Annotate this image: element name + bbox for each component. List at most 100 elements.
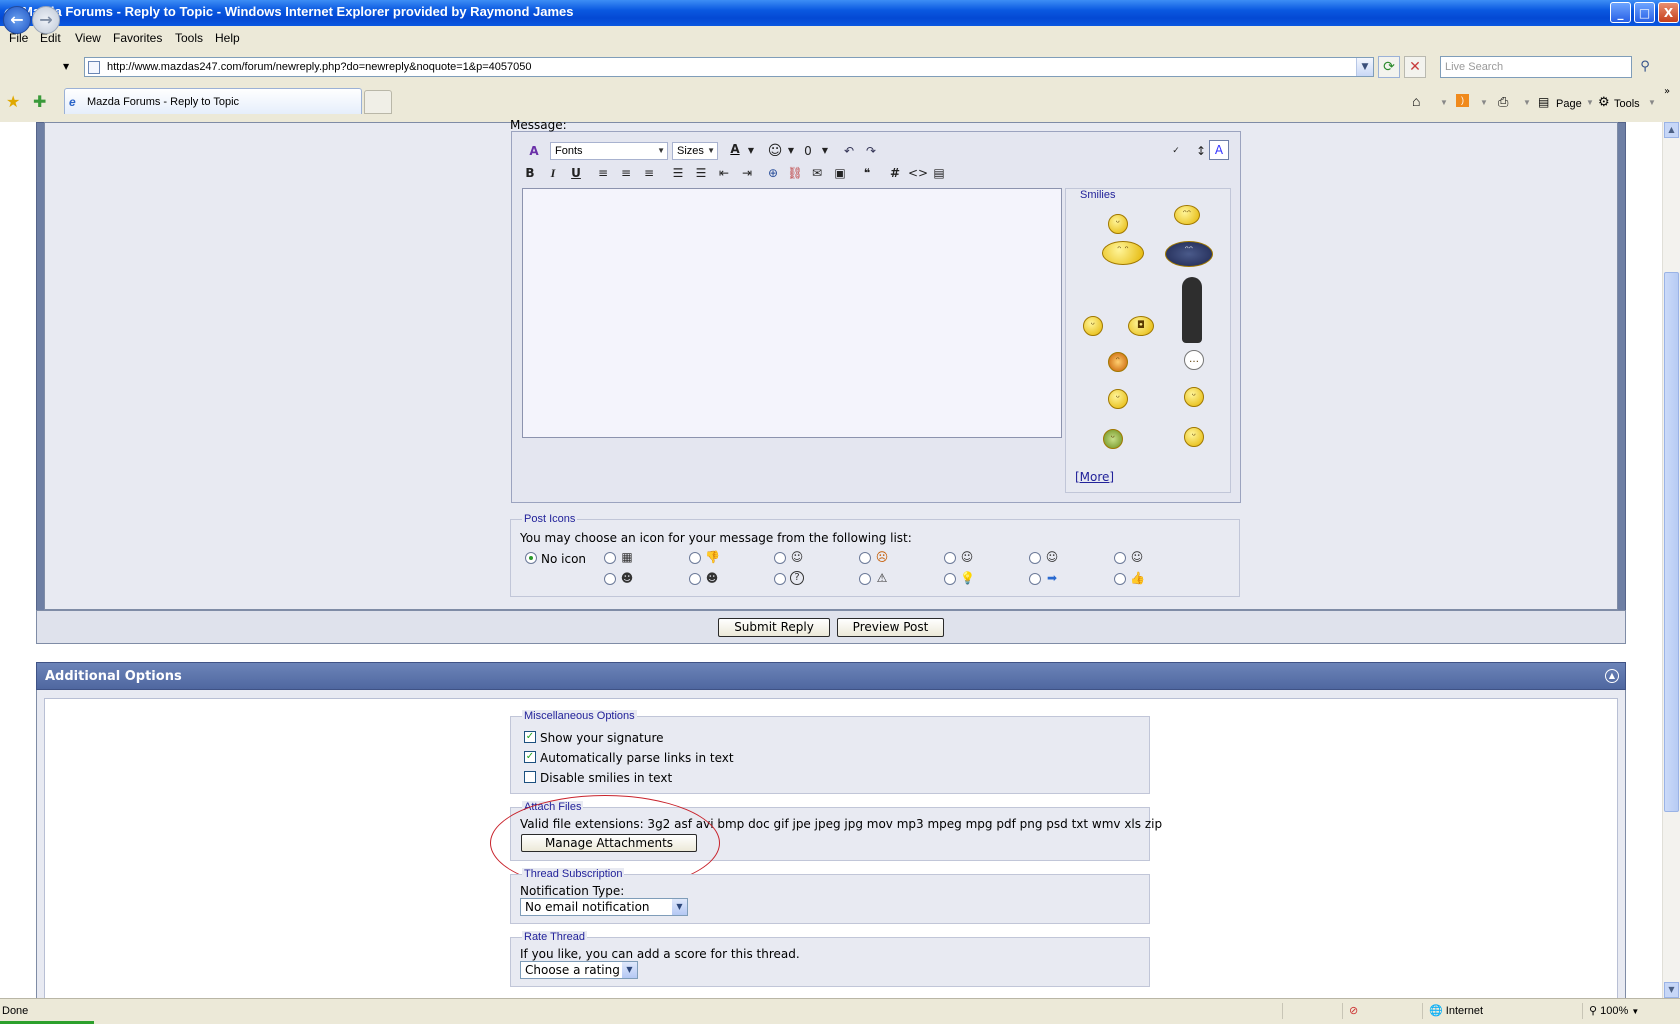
back-button[interactable]: ← xyxy=(3,6,31,34)
font-color-dropdown-icon[interactable]: ▼ xyxy=(742,142,760,160)
more-smilies-link[interactable]: [More] xyxy=(1075,470,1114,484)
remove-link-icon[interactable]: ⛓ xyxy=(786,164,804,182)
collapse-icon[interactable]: ▲ xyxy=(1605,669,1619,683)
chevron-more-icon[interactable]: » xyxy=(1664,86,1670,97)
radio-icon-2[interactable] xyxy=(689,552,701,564)
italic-icon[interactable]: I xyxy=(544,164,562,182)
address-dropdown-icon[interactable]: ▼ xyxy=(1356,58,1373,76)
minimize-button[interactable]: _ xyxy=(1610,2,1631,23)
smilie-camera-icon[interactable]: ◘ xyxy=(1128,316,1154,336)
radio-icon-11[interactable] xyxy=(859,573,871,585)
search-input[interactable]: Live Search xyxy=(1440,56,1632,78)
zoom-control[interactable]: ⚲ 100% ▼ xyxy=(1582,1003,1680,1019)
radio-icon-9[interactable] xyxy=(689,573,701,585)
size-select[interactable]: Sizes ▼ xyxy=(672,142,718,160)
smilie-roll-eyes-icon[interactable]: ᵕ xyxy=(1184,427,1204,447)
radio-icon-7[interactable] xyxy=(1114,552,1126,564)
radio-icon-8[interactable] xyxy=(604,573,616,585)
vertical-scrollbar[interactable]: ▲ ▼ xyxy=(1662,122,1680,998)
menu-view[interactable]: View xyxy=(75,31,101,45)
smilie-police-icon[interactable]: ᵔᵔ xyxy=(1165,241,1213,267)
attachment-icon[interactable]: 0 xyxy=(799,142,817,160)
forward-button[interactable]: → xyxy=(32,6,60,34)
radio-icon-14[interactable] xyxy=(1114,573,1126,585)
scroll-thumb[interactable] xyxy=(1664,272,1679,812)
radio-no-icon[interactable] xyxy=(525,552,537,564)
wrap-code-icon[interactable]: # xyxy=(886,164,904,182)
radio-icon-13[interactable] xyxy=(1029,573,1041,585)
smilie-smile-icon[interactable]: ᵕ xyxy=(1083,316,1103,336)
smiley-dropdown-icon[interactable]: ▼ xyxy=(782,142,800,160)
insert-email-icon[interactable]: ✉ xyxy=(808,164,826,182)
stop-button[interactable]: ✕ xyxy=(1404,56,1426,78)
submit-reply-button[interactable]: Submit Reply xyxy=(718,618,830,637)
radio-icon-12[interactable] xyxy=(944,573,956,585)
smilie-grin-icon[interactable]: ᵕ xyxy=(1108,214,1128,234)
ordered-list-icon[interactable]: ☰ xyxy=(669,164,687,182)
redo-icon[interactable]: ↷ xyxy=(862,142,880,160)
checkbox-parse-links[interactable]: ✓ xyxy=(524,751,536,763)
smilie-sick-icon[interactable]: ᵕ xyxy=(1103,429,1123,449)
print-icon[interactable]: ⎙ xyxy=(1498,94,1508,110)
remove-format-icon[interactable]: A xyxy=(525,142,543,160)
popup-blocker-icon[interactable]: ⊘ xyxy=(1349,1005,1358,1017)
radio-icon-4[interactable] xyxy=(859,552,871,564)
scroll-down-icon[interactable]: ▼ xyxy=(1664,982,1679,998)
print-dropdown-icon[interactable]: ▼ xyxy=(1523,98,1531,107)
search-icon[interactable]: ⚲ xyxy=(1634,56,1656,78)
outdent-icon[interactable]: ⇤ xyxy=(715,164,733,182)
new-tab-button[interactable] xyxy=(364,90,392,114)
checkbox-show-signature[interactable]: ✓ xyxy=(524,731,536,743)
unordered-list-icon[interactable]: ☰ xyxy=(692,164,710,182)
home-icon[interactable]: ⌂ xyxy=(1412,93,1420,109)
refresh-button[interactable]: ⟳ xyxy=(1378,56,1400,78)
radio-icon-1[interactable] xyxy=(604,552,616,564)
tab-mazda-forums[interactable]: e Mazda Forums - Reply to Topic xyxy=(64,88,362,114)
wrap-php-icon[interactable]: ▤ xyxy=(930,164,948,182)
align-right-icon[interactable]: ≡ xyxy=(640,164,658,182)
home-dropdown-icon[interactable]: ▼ xyxy=(1440,98,1448,107)
favorites-star-icon[interactable]: ★ xyxy=(6,92,20,111)
smilie-crazy-icon[interactable]: ᵔ xyxy=(1108,352,1128,372)
font-select[interactable]: Fonts ▼ xyxy=(550,142,668,160)
resize-icon[interactable]: ↕ xyxy=(1192,142,1210,160)
wrap-html-icon[interactable]: <> xyxy=(908,164,928,182)
indent-icon[interactable]: ⇥ xyxy=(738,164,756,182)
scroll-up-icon[interactable]: ▲ xyxy=(1664,122,1679,138)
menu-help[interactable]: Help xyxy=(215,31,240,45)
address-bar[interactable]: http://www.mazdas247.com/forum/newreply.… xyxy=(84,57,1374,77)
tools-dropdown-icon[interactable]: ▼ xyxy=(1648,98,1656,107)
zoom-dropdown-icon[interactable]: ▼ xyxy=(1631,1007,1639,1016)
align-center-icon[interactable]: ≡ xyxy=(617,164,635,182)
spellcheck-icon[interactable]: ✓ xyxy=(1167,142,1185,160)
feed-dropdown-icon[interactable]: ▼ xyxy=(1480,98,1488,107)
close-button[interactable]: X xyxy=(1658,2,1679,23)
smilie-laugh-icon[interactable]: ᵕ xyxy=(1108,389,1128,409)
tools-menu[interactable]: Tools xyxy=(1614,98,1640,110)
menu-tools[interactable]: Tools xyxy=(175,31,203,45)
rss-feed-icon[interactable]: ) xyxy=(1456,94,1469,107)
switch-mode-icon[interactable]: A xyxy=(1209,140,1229,160)
url-text[interactable]: http://www.mazdas247.com/forum/newreply.… xyxy=(107,61,532,73)
message-textarea[interactable] xyxy=(522,188,1062,438)
underline-icon[interactable]: U xyxy=(567,164,585,182)
insert-image-icon[interactable]: ▣ xyxy=(831,164,849,182)
radio-icon-6[interactable] xyxy=(1029,552,1041,564)
smilie-friends-icon[interactable]: ᵔᵔ xyxy=(1174,205,1200,225)
smilie-speech-icon[interactable]: … xyxy=(1184,350,1204,370)
quote-icon[interactable]: ❝ xyxy=(858,164,876,182)
smilie-handshake-icon[interactable]: ᵔ ᵔ xyxy=(1102,241,1144,265)
history-dropdown-icon[interactable]: ▼ xyxy=(63,62,69,71)
checkbox-disable-smilies[interactable] xyxy=(524,771,536,783)
bold-icon[interactable]: B xyxy=(521,164,539,182)
page-dropdown-icon[interactable]: ▼ xyxy=(1586,98,1594,107)
align-left-icon[interactable]: ≡ xyxy=(594,164,612,182)
insert-link-icon[interactable]: ⊕ xyxy=(764,164,782,182)
rating-select[interactable]: Choose a rating ▼ xyxy=(520,961,638,979)
menu-favorites[interactable]: Favorites xyxy=(113,31,162,45)
preview-post-button[interactable]: Preview Post xyxy=(837,618,944,637)
add-favorites-icon[interactable]: ✚ xyxy=(33,92,46,111)
notification-type-select[interactable]: No email notification ▼ xyxy=(520,898,688,916)
page-menu[interactable]: Page xyxy=(1556,98,1582,110)
radio-icon-5[interactable] xyxy=(944,552,956,564)
